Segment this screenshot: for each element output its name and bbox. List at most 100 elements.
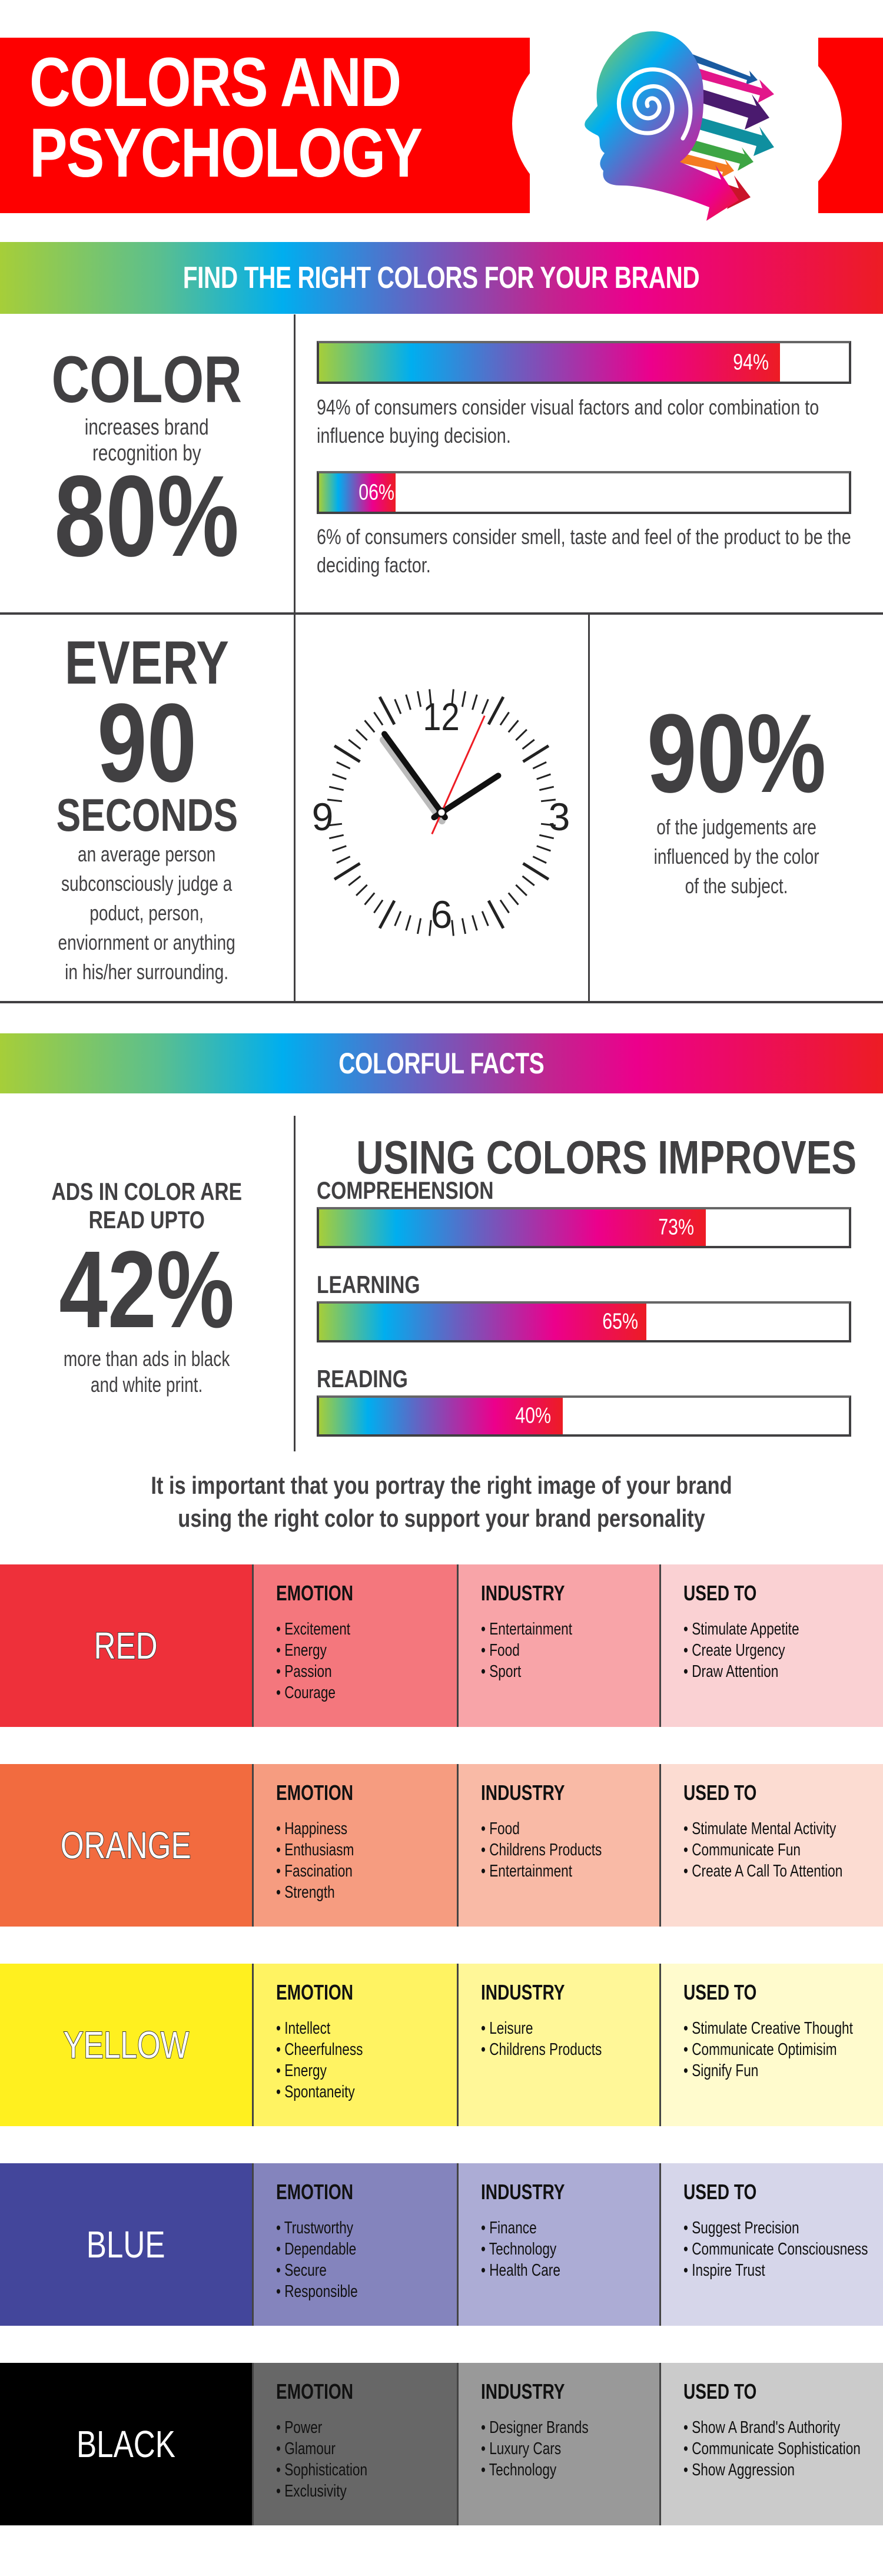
list-item: Strength	[276, 1882, 354, 1903]
progress-fill: 06%	[319, 473, 396, 512]
list-item: Stimulate Appetite	[683, 1619, 799, 1640]
header: COLORS AND PSYCHOLOGY	[0, 0, 883, 236]
tagline-line1: It is important that you portray the rig…	[151, 1471, 732, 1499]
body-line: in his/her surrounding.	[65, 960, 229, 984]
list-item: Courage	[276, 1682, 350, 1703]
ads-body-line1: more than ads in black	[64, 1347, 230, 1371]
list-item: Leisure	[481, 2018, 602, 2039]
emotion-header: EMOTION	[276, 1980, 354, 2004]
emotion-list: HappinessEnthusiasmFascinationStrength	[276, 1818, 376, 1903]
judgement-body: of the judgements are influenced by the …	[590, 813, 883, 901]
bar-title-learning: LEARNING	[317, 1271, 420, 1298]
list-item: Create Urgency	[683, 1640, 799, 1661]
clock-tick	[461, 918, 467, 934]
clock-tick	[472, 915, 478, 931]
using-colors-improves-title: USING COLORS IMPROVES	[294, 1093, 883, 1187]
clock-tick	[394, 699, 402, 714]
divider-horizontal	[0, 1001, 883, 1003]
description-text: 94% of consumers consider visual factors…	[317, 395, 819, 447]
clock-center-pin	[436, 807, 447, 818]
clock-tick	[416, 691, 422, 707]
body-line: subconsciously judge a	[61, 871, 233, 896]
ads-in-color-stat: ADS IN COLOR ARE READ UPTO 42% more than…	[0, 1178, 294, 1398]
clock-tick	[515, 884, 527, 896]
industry-cell: INDUSTRY FinanceTechnologyHealth Care	[457, 2163, 659, 2326]
judgement-value: 90%	[646, 691, 826, 816]
list-item: Show Aggression	[683, 2459, 861, 2481]
clock-tick	[522, 739, 535, 750]
list-item: Secure	[276, 2260, 358, 2281]
list-item: Intellect	[276, 2018, 363, 2039]
used-to-cell: USED TO Stimulate AppetiteCreate Urgency…	[659, 1564, 883, 1727]
clock-tick	[336, 761, 351, 770]
list-item: Energy	[276, 1640, 350, 1661]
tagline-line2: using the right color to support your br…	[178, 1504, 705, 1532]
clock-tick	[356, 884, 368, 896]
progress-bar-visual-factors: 94%	[317, 341, 851, 384]
industry-cell: INDUSTRY Designer BrandsLuxury CarsTechn…	[457, 2363, 659, 2525]
list-item: Food	[481, 1818, 602, 1839]
progress-bar-smell-taste: 06%	[317, 471, 851, 514]
minute-hand-shadow	[379, 736, 446, 825]
every-body: an average person subconsciously judge a…	[0, 840, 294, 987]
color-headline: COLOR	[51, 343, 243, 416]
clock-tick	[364, 892, 376, 906]
clock-tick	[522, 744, 550, 763]
clock-tick	[532, 761, 547, 770]
section-banner-title: COLORFUL FACTS	[338, 1047, 545, 1080]
judgement-stat: 90% of the judgements are influenced by …	[590, 695, 883, 901]
clock-tick	[507, 720, 519, 733]
progress-fill: 94%	[319, 343, 780, 382]
used-to-header: USED TO	[683, 1581, 757, 1605]
used-to-header: USED TO	[683, 2379, 757, 2403]
body-line: of the judgements are	[656, 815, 816, 839]
emotion-header: EMOTION	[276, 2180, 354, 2204]
progress-bar-comprehension: 73%	[317, 1207, 851, 1248]
progress-description-visual-factors: 94% of consumers consider visual factors…	[317, 393, 858, 450]
every-90-seconds-stat: EVERY 90 SECONDS an average person subco…	[0, 630, 294, 987]
clock-icon: 12 3 6 9	[312, 689, 570, 936]
industry-list: FoodChildrens ProductsEntertainment	[481, 1818, 636, 1882]
clock-tick	[515, 729, 527, 741]
progress-label: 06%	[358, 480, 394, 505]
clock-tick	[336, 856, 351, 864]
ads-body-line2: and white print.	[91, 1372, 203, 1397]
used-to-cell: USED TO Stimulate Mental ActivityCommuni…	[659, 1764, 883, 1927]
head-spiral-arrows-icon	[585, 31, 774, 221]
industry-list: FinanceTechnologyHealth Care	[481, 2217, 583, 2281]
list-item: Inspire Trust	[683, 2260, 868, 2281]
clock-tick	[405, 694, 411, 710]
clock-tick	[507, 892, 519, 906]
industry-header: INDUSTRY	[481, 2379, 565, 2403]
list-item: Fascination	[276, 1861, 354, 1882]
used-to-list: Stimulate Creative ThoughtCommunicate Op…	[683, 2018, 883, 2081]
color-recognition-value: 80%	[54, 452, 240, 581]
clock-numeral-3: 3	[549, 795, 570, 838]
used-to-list: Suggest PrecisionCommunicate Consciousne…	[683, 2217, 883, 2281]
progress-fill: 65%	[319, 1304, 646, 1340]
clock-tick	[539, 785, 555, 791]
color-name: ORANGE	[60, 1824, 192, 1867]
list-item: Communicate Sophistication	[683, 2438, 861, 2459]
emotion-header: EMOTION	[276, 1581, 354, 1605]
clock-tick	[356, 729, 368, 741]
list-item: Signify Fun	[683, 2060, 853, 2081]
color-name: RED	[94, 1624, 158, 1667]
bar-title-comprehension: COMPREHENSION	[317, 1176, 494, 1204]
list-item: Cheerfulness	[276, 2039, 363, 2060]
progress-fill: 40%	[319, 1398, 563, 1434]
list-item: Excitement	[276, 1619, 350, 1640]
used-to-header: USED TO	[683, 2180, 757, 2204]
list-item: Stimulate Creative Thought	[683, 2018, 853, 2039]
list-item: Entertainment	[481, 1619, 572, 1640]
divider-vertical	[294, 314, 296, 612]
emotion-header: EMOTION	[276, 2379, 354, 2403]
industry-cell: INDUSTRY EntertainmentFoodSport	[457, 1564, 659, 1727]
industry-header: INDUSTRY	[481, 1980, 565, 2004]
list-item: Exclusivity	[276, 2481, 367, 2502]
list-item: Spontaneity	[276, 2081, 363, 2103]
emotion-cell: EMOTION IntellectCheerfulnessEnergySpont…	[252, 1964, 457, 2126]
list-item: Responsible	[276, 2281, 357, 2302]
list-item: Childrens Products	[481, 2039, 602, 2060]
used-to-list: Stimulate AppetiteCreate UrgencyDraw Att…	[683, 1619, 832, 1682]
